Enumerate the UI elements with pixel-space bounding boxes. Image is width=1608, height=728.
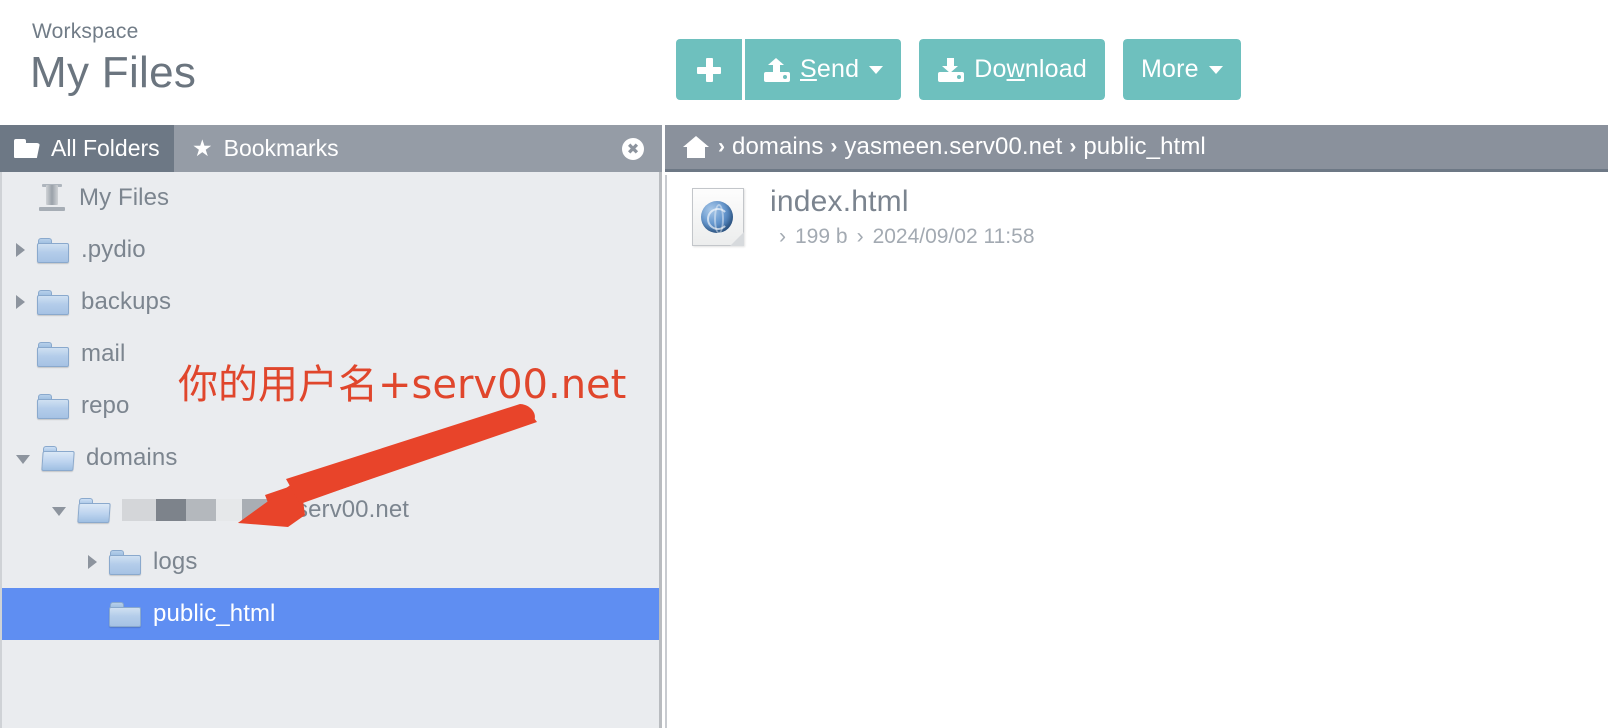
folder-icon xyxy=(37,237,69,263)
folder-tree-panel[interactable]: My Files .pydio backups mail repo domains serv… xyxy=(0,172,662,728)
tree-item-serv00-net[interactable]: serv00.net xyxy=(2,484,659,536)
tree-item-my-files[interactable]: My Files xyxy=(2,172,659,224)
redacted-username xyxy=(122,499,296,521)
tree-item-label: public_html xyxy=(153,600,276,627)
drive-icon xyxy=(37,184,67,212)
chevron-right-icon[interactable] xyxy=(88,555,97,569)
more-label: More xyxy=(1140,55,1199,83)
breadcrumb-separator: › xyxy=(718,135,725,158)
download-button[interactable]: Download xyxy=(919,39,1105,100)
file-size: 199 b xyxy=(795,225,848,248)
tree-item-mail[interactable]: mail xyxy=(2,328,659,380)
html-file-icon xyxy=(692,188,744,246)
file-modified: 2024/09/02 11:58 xyxy=(872,225,1035,248)
breadcrumb-item-domain[interactable]: yasmeen.serv00.net xyxy=(844,133,1062,161)
left-panel-tabbar: All Folders ★ Bookmarks ✖ xyxy=(0,125,662,172)
star-icon: ★ xyxy=(192,135,213,161)
more-button[interactable]: More xyxy=(1122,39,1241,100)
tree-item-label: logs xyxy=(153,548,198,575)
folder-open-icon xyxy=(14,139,40,158)
folder-icon xyxy=(109,601,141,627)
download-accesskey: w xyxy=(1006,55,1025,83)
chevron-right-icon[interactable] xyxy=(16,295,25,309)
breadcrumb-item-domains[interactable]: domains xyxy=(732,133,823,161)
tree-item-label: serv00.net xyxy=(296,496,410,523)
send-button[interactable]: Send xyxy=(742,39,902,100)
tree-item-label: backups xyxy=(81,288,172,315)
breadcrumb-separator: › xyxy=(1069,135,1077,158)
chevron-down-icon[interactable] xyxy=(16,455,30,464)
breadcrumb-item-public-html[interactable]: public_html xyxy=(1083,133,1206,161)
plus-icon xyxy=(697,57,721,82)
download-icon xyxy=(937,57,965,82)
breadcrumb: › domains › yasmeen.serv00.net › public_… xyxy=(665,125,1608,172)
detail-separator: › xyxy=(779,225,786,248)
folder-icon xyxy=(37,341,69,367)
more-group: More xyxy=(1122,39,1241,100)
tab-bookmarks-label: Bookmarks xyxy=(223,135,339,161)
tree-item-label: .pydio xyxy=(81,236,146,263)
tab-all-folders[interactable]: All Folders xyxy=(0,125,174,172)
tree-item-public-html[interactable]: public_html xyxy=(2,588,659,640)
folder-icon xyxy=(37,289,69,315)
folder-icon xyxy=(109,549,141,575)
tree-item-label: domains xyxy=(86,444,178,471)
file-meta: index.html › 199 b › 2024/09/02 11:58 xyxy=(770,185,1035,249)
home-icon[interactable] xyxy=(683,136,709,158)
tree-item-repo[interactable]: repo xyxy=(2,380,659,432)
tree-item-domains[interactable]: domains xyxy=(2,432,659,484)
download-label-rest: nload xyxy=(1024,55,1087,83)
tree-item-label: repo xyxy=(81,392,130,419)
send-label-rest: end xyxy=(816,55,860,83)
tab-all-folders-label: All Folders xyxy=(51,135,160,161)
send-accesskey: S xyxy=(800,55,817,83)
file-details: › 199 b › 2024/09/02 11:58 xyxy=(770,225,1035,249)
tree-item-logs[interactable]: logs xyxy=(2,536,659,588)
folder-icon xyxy=(37,393,69,419)
chevron-down-icon xyxy=(1208,65,1223,74)
folder-open-icon xyxy=(77,497,111,523)
pydio-file-manager: Workspace My Files Send Download More Al… xyxy=(0,0,1608,728)
main-toolbar: Send Download More xyxy=(676,39,1259,100)
new-button[interactable] xyxy=(676,39,742,100)
close-icon[interactable]: ✖ xyxy=(622,138,644,160)
file-list[interactable]: index.html › 199 b › 2024/09/02 11:58 xyxy=(665,175,1608,728)
download-label-pre: Do xyxy=(974,55,1007,83)
upload-icon xyxy=(763,57,791,82)
tab-bookmarks[interactable]: ★ Bookmarks xyxy=(178,125,353,172)
download-group: Download xyxy=(919,39,1105,100)
tree-item-pydio[interactable]: .pydio xyxy=(2,224,659,276)
file-list-item[interactable]: index.html › 199 b › 2024/09/02 11:58 xyxy=(667,175,1608,259)
tree-item-label: My Files xyxy=(79,184,170,211)
breadcrumb-separator: › xyxy=(830,135,838,158)
page-header: Workspace My Files Send Download More xyxy=(0,0,1608,125)
workspace-label: Workspace xyxy=(32,20,139,43)
create-send-group: Send xyxy=(676,39,902,100)
detail-separator: › xyxy=(856,225,864,248)
chevron-down-icon xyxy=(869,65,884,74)
chevron-down-icon[interactable] xyxy=(52,507,66,516)
chevron-right-icon[interactable] xyxy=(16,243,25,257)
tree-item-label: mail xyxy=(81,340,126,367)
page-title: My Files xyxy=(30,48,197,97)
folder-open-icon xyxy=(41,445,75,471)
file-name: index.html xyxy=(770,185,909,218)
tree-item-backups[interactable]: backups xyxy=(2,276,659,328)
